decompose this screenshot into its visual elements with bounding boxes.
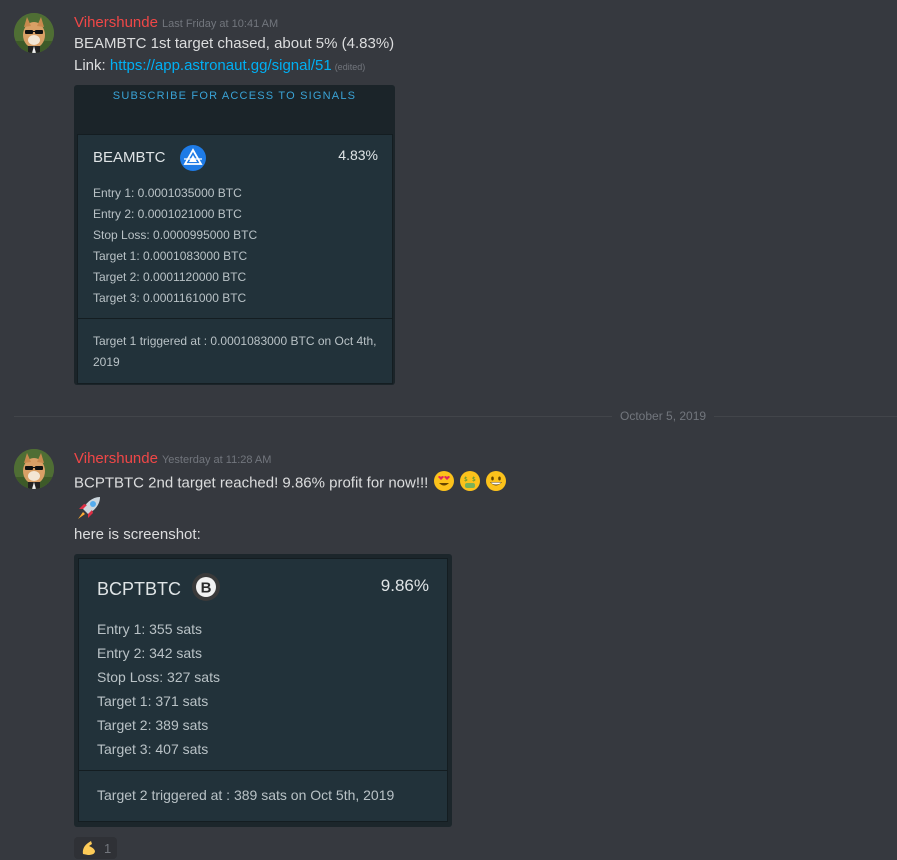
- grinning-emoji: [485, 470, 507, 496]
- author-name[interactable]: Vihershunde: [74, 450, 158, 467]
- link-prefix: Link:: [74, 57, 110, 74]
- trigger-text: Target 2 triggered at : 389 sats on Oct …: [97, 787, 395, 803]
- message-header: Vihershunde Yesterday at 11:28 AM: [74, 450, 271, 468]
- date-divider-line: [14, 416, 897, 417]
- card-ticker: BEAMBTC: [93, 149, 166, 166]
- card-ticker: BCPTBTC: [97, 579, 182, 599]
- signal-card-image[interactable]: BCPTBTC B 9.86% Entry 1: 355 sats Entry …: [74, 554, 452, 827]
- target-1-row: Target 1: 371 sats: [97, 693, 209, 709]
- stop-loss-row: Stop Loss: 327 sats: [97, 669, 220, 685]
- subscribe-banner: SUBSCRIBE FOR ACCESS TO SIGNALS: [112, 90, 357, 102]
- entry-2-row: Entry 2: 0.0001021000 BTC: [93, 207, 242, 221]
- flexed-biceps-emoji: [80, 839, 98, 860]
- trigger-text: Target 1 triggered at : 0.0001083000 BTC…: [93, 334, 377, 369]
- message-text: BCPTBTC 2nd target reached! 9.86% profit…: [74, 474, 429, 492]
- entry-1-row: Entry 1: 355 sats: [97, 621, 203, 637]
- heart-eyes-emoji: [433, 470, 455, 496]
- entry-2-row: Entry 2: 342 sats: [97, 645, 203, 661]
- reaction-count: 1: [104, 841, 112, 856]
- signal-card-image[interactable]: SUBSCRIBE FOR ACCESS TO SIGNALS BEAMBTC …: [74, 85, 395, 385]
- money-mouth-emoji: $ $: [459, 470, 481, 496]
- rocket-emoji: [74, 491, 106, 527]
- edited-label: (edited): [334, 62, 366, 72]
- timestamp: Yesterday at 11:28 AM: [161, 454, 272, 466]
- user-avatar[interactable]: [14, 13, 54, 53]
- signal-card: BCPTBTC B 9.86% Entry 1: 355 sats Entry …: [78, 558, 448, 822]
- card-percent: 4.83%: [338, 147, 378, 163]
- target-2-row: Target 2: 0.0001120000 BTC: [93, 270, 247, 284]
- svg-text:$: $: [472, 476, 476, 483]
- timestamp: Last Friday at 10:41 AM: [161, 18, 279, 30]
- message-text-line: BCPTBTC 2nd target reached! 9.86% profit…: [74, 470, 507, 496]
- beam-coin-icon: [179, 144, 207, 172]
- author-name[interactable]: Vihershunde: [74, 14, 158, 31]
- bcpt-coin-icon: B: [191, 572, 221, 602]
- signal-link[interactable]: https://app.astronaut.gg/signal/51: [110, 57, 332, 74]
- user-avatar[interactable]: [14, 449, 54, 489]
- message-text-2: here is screenshot:: [74, 526, 201, 543]
- card-divider: [78, 318, 392, 319]
- svg-text:$: $: [464, 476, 468, 483]
- stop-loss-row: Stop Loss: 0.0000995000 BTC: [93, 228, 258, 242]
- date-divider-label: October 5, 2019: [612, 409, 715, 423]
- message-link-line: Link: https://app.astronaut.gg/signal/51…: [74, 57, 365, 74]
- message-header: Vihershunde Last Friday at 10:41 AM: [74, 14, 278, 32]
- target-2-row: Target 2: 389 sats: [97, 717, 209, 733]
- entry-1-row: Entry 1: 0.0001035000 BTC: [93, 186, 242, 200]
- target-1-row: Target 1: 0.0001083000 BTC: [93, 249, 248, 263]
- card-divider: [79, 770, 447, 771]
- signal-card: BEAMBTC 4.83% Entry 1: 0.0001035000 BTC …: [77, 134, 393, 384]
- card-percent: 9.86%: [380, 576, 429, 595]
- target-3-row: Target 3: 407 sats: [97, 741, 209, 757]
- message-text: BEAMBTC 1st target chased, about 5% (4.8…: [74, 35, 395, 52]
- target-3-row: Target 3: 0.0001161000 BTC: [93, 291, 247, 305]
- svg-text:B: B: [201, 580, 212, 597]
